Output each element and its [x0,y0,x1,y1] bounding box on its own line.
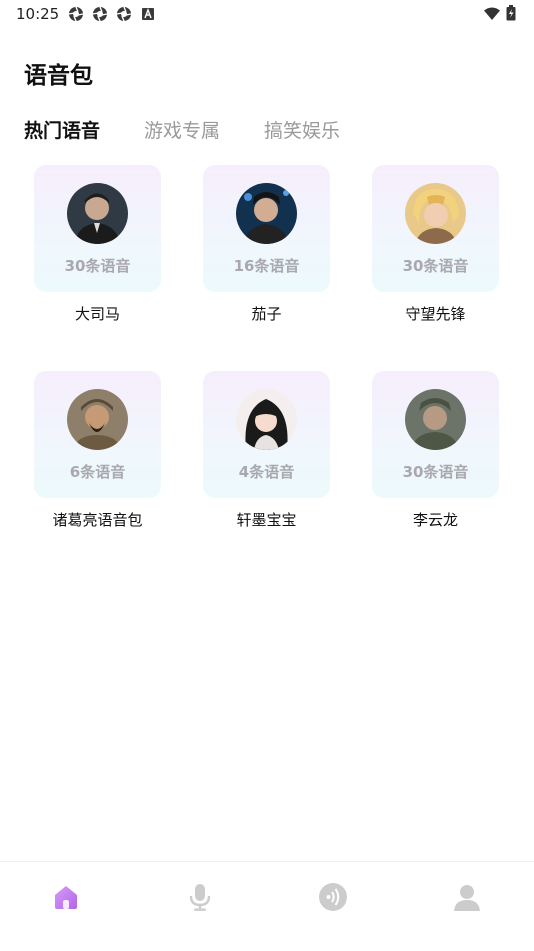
wifi-icon [484,6,500,25]
voice-pack-card[interactable]: 16条语音 茄子 [203,165,330,324]
voice-pack-card[interactable]: 30条语音 守望先锋 [372,165,499,324]
aperture-icon [68,6,84,22]
avatar [405,389,466,450]
avatar [405,183,466,244]
voice-pack-tile[interactable]: 30条语音 [372,165,499,292]
battery-icon [506,5,516,25]
voice-count: 30条语音 [402,257,469,275]
tab-hot-voices[interactable]: 热门语音 [24,116,100,143]
voice-pack-tile[interactable]: 16条语音 [203,165,330,292]
voice-pack-name: 李云龙 [412,511,458,529]
voice-pack-card[interactable]: 6条语音 诸葛亮语音包 [34,371,161,530]
microphone-icon [185,882,215,916]
a-badge-icon [140,6,156,22]
nav-voice[interactable] [183,882,217,916]
voice-count: 30条语音 [64,257,131,275]
voice-pack-card[interactable]: 30条语音 大司马 [34,165,161,324]
avatar [67,389,128,450]
avatar [67,183,128,244]
home-icon [51,882,81,916]
nav-profile[interactable] [450,882,484,916]
profile-icon [452,882,482,916]
voice-count: 16条语音 [233,257,300,275]
status-time: 10:25 [16,5,60,23]
voice-count: 6条语音 [69,463,126,481]
tab-funny-entertainment[interactable]: 搞笑娱乐 [264,116,340,143]
avatar [236,183,297,244]
status-notification-icons [68,6,156,22]
nav-sound[interactable] [316,882,350,916]
voice-pack-card[interactable]: 4条语音 轩墨宝宝 [203,371,330,530]
voice-pack-tile[interactable]: 4条语音 [203,371,330,498]
status-bar: 10:25 [0,0,534,28]
aperture-icon [92,6,108,22]
tab-game-exclusive[interactable]: 游戏专属 [144,116,220,143]
page-title: 语音包 [24,63,93,89]
voice-pack-name: 守望先锋 [405,305,466,323]
voice-pack-name: 轩墨宝宝 [236,511,297,529]
voice-pack-tile[interactable]: 30条语音 [372,371,499,498]
bottom-nav [0,861,534,951]
voice-pack-tile[interactable]: 6条语音 [34,371,161,498]
voice-count: 4条语音 [238,463,295,481]
voice-pack-grid: 30条语音 大司马 16条语音 茄子 30条语音 守望先锋 6条语音 诸葛亮语音… [34,165,500,530]
voice-pack-name: 诸葛亮语音包 [52,511,143,529]
voice-pack-name: 茄子 [251,305,282,323]
voice-pack-name: 大司马 [74,305,120,323]
voice-pack-tile[interactable]: 30条语音 [34,165,161,292]
category-tabs: 热门语音 游戏专属 搞笑娱乐 [24,116,340,143]
voice-pack-card[interactable]: 30条语音 李云龙 [372,371,499,530]
aperture-icon [116,6,132,22]
status-system-icons [484,5,516,25]
voice-count: 30条语音 [402,463,469,481]
nav-home[interactable] [49,882,83,916]
sound-icon [318,882,348,916]
avatar [236,389,297,450]
